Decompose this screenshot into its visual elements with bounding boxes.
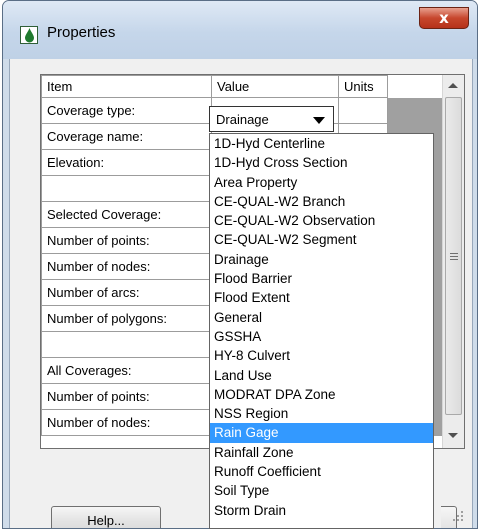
- window-title: Properties: [47, 24, 116, 41]
- row-label: All Coverages:: [41, 357, 212, 384]
- dropdown-option[interactable]: 1D-Hyd Cross Section: [210, 153, 433, 172]
- dropdown-option[interactable]: Drainage: [210, 250, 433, 269]
- row-label: Elevation:: [41, 149, 212, 176]
- row-label: Selected Coverage:: [41, 201, 212, 228]
- dropdown-option[interactable]: CE-QUAL-W2 Branch: [210, 192, 433, 211]
- row-label: Coverage type:: [41, 97, 212, 124]
- dropdown-option[interactable]: Runoff Coefficient: [210, 462, 433, 481]
- grip-line: [450, 256, 458, 257]
- scroll-down-arrow-icon[interactable]: [448, 433, 458, 438]
- row-label: [41, 175, 212, 202]
- dropdown-option[interactable]: Storm Drain: [210, 501, 433, 520]
- dropdown-option[interactable]: GSSHA: [210, 327, 433, 346]
- row-label: [41, 331, 212, 358]
- grip-line: [450, 253, 458, 254]
- title-bar[interactable]: Properties x: [3, 1, 477, 59]
- coverage-type-dropdown[interactable]: Drainage: [209, 106, 334, 132]
- dropdown-option[interactable]: CE-QUAL-W2 Observation: [210, 211, 433, 230]
- row-label: Coverage name:: [41, 123, 212, 150]
- drop-icon: [20, 26, 38, 44]
- column-header-item[interactable]: Item: [41, 75, 212, 98]
- row-label: Number of polygons:: [41, 305, 212, 332]
- dropdown-option[interactable]: Area Property: [210, 173, 433, 192]
- row-filler: [387, 97, 444, 124]
- dropdown-selected-value: Drainage: [216, 112, 269, 127]
- chevron-down-icon[interactable]: [313, 117, 325, 124]
- dropdown-option[interactable]: Soil Type: [210, 481, 433, 500]
- dropdown-option[interactable]: NSS Region: [210, 404, 433, 423]
- row-units: [338, 97, 388, 124]
- row-label: Number of points:: [41, 383, 212, 410]
- row-label: Number of nodes:: [41, 409, 212, 436]
- grid-header-row: Item Value Units: [41, 75, 444, 98]
- column-header-units[interactable]: Units: [338, 75, 388, 98]
- help-button[interactable]: Help...: [51, 506, 161, 528]
- close-button[interactable]: x: [419, 7, 469, 29]
- grid-header-filler: [387, 75, 444, 98]
- dropdown-option[interactable]: Land Use: [210, 366, 433, 385]
- column-header-value[interactable]: Value: [211, 75, 339, 98]
- resize-grip-icon[interactable]: [452, 510, 464, 522]
- dropdown-option[interactable]: MODRAT DPA Zone: [210, 385, 433, 404]
- dropdown-option[interactable]: Flood Extent: [210, 288, 433, 307]
- row-label: Number of points:: [41, 227, 212, 254]
- grip-line: [450, 259, 458, 260]
- row-label: Number of arcs:: [41, 279, 212, 306]
- dropdown-option[interactable]: Rain Gage: [210, 423, 433, 443]
- dropdown-option[interactable]: Flood Barrier: [210, 269, 433, 288]
- row-label: Number of nodes:: [41, 253, 212, 280]
- scroll-thumb[interactable]: [445, 97, 462, 415]
- scroll-up-arrow-icon[interactable]: [448, 83, 458, 88]
- coverage-type-options-list[interactable]: 1D-Hyd Centerline 1D-Hyd Cross Section Are…: [209, 133, 434, 529]
- dropdown-option[interactable]: 1D-Hyd Centerline: [210, 134, 433, 153]
- dropdown-option[interactable]: HY-8 Culvert: [210, 346, 433, 365]
- dropdown-option[interactable]: CE-QUAL-W2 Segment: [210, 230, 433, 249]
- dropdown-option[interactable]: General: [210, 308, 433, 327]
- dropdown-option[interactable]: Rainfall Zone: [210, 443, 433, 462]
- grid-scrollbar[interactable]: [442, 75, 464, 448]
